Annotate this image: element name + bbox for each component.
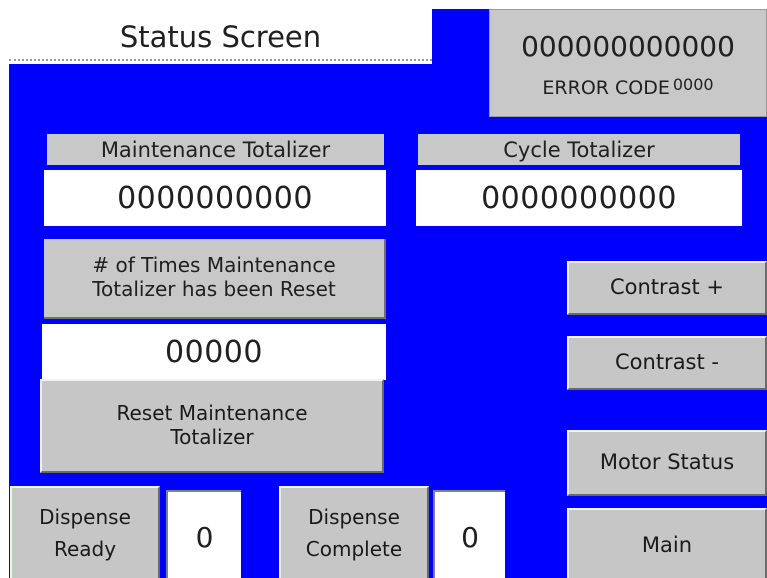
motor-status-button[interactable]: Motor Status xyxy=(567,430,767,496)
contrast-up-button[interactable]: Contrast + xyxy=(567,261,767,315)
reset-button-line1: Reset Maintenance xyxy=(116,401,308,426)
error-code-panel: 000000000000 ERROR CODE 0000 xyxy=(489,9,767,117)
dispense-ready-line2: Ready xyxy=(53,537,117,561)
error-code-value: 0000 xyxy=(672,74,714,94)
page-title-text: Status Screen xyxy=(119,19,322,54)
reset-button-line2: Totalizer xyxy=(170,425,254,449)
reset-count-label-line2: Totalizer has been Reset xyxy=(92,277,336,301)
error-counter-value: 000000000000 xyxy=(521,29,735,63)
contrast-down-button[interactable]: Contrast - xyxy=(567,336,767,390)
reset-count-label: # of Times Maintenance Totalizer has bee… xyxy=(44,239,386,319)
title-underline xyxy=(9,59,432,61)
dispense-ready-line1: Dispense xyxy=(39,505,131,530)
maintenance-totalizer-label: Maintenance Totalizer xyxy=(47,134,384,165)
reset-count-value: 00000 xyxy=(42,324,386,380)
cycle-totalizer-value: 0000000000 xyxy=(416,170,742,226)
reset-maintenance-totalizer-button[interactable]: Reset Maintenance Totalizer xyxy=(40,379,384,473)
dispense-complete-indicator: Dispense Complete xyxy=(279,486,429,578)
main-button[interactable]: Main xyxy=(567,508,767,578)
dispense-complete-line1: Dispense xyxy=(308,505,400,530)
error-code-label: ERROR CODE xyxy=(542,76,670,99)
maintenance-totalizer-value: 0000000000 xyxy=(44,170,386,226)
dispense-complete-count: 0 xyxy=(433,490,505,578)
page-title: Status Screen xyxy=(9,9,432,64)
dispense-ready-count: 0 xyxy=(166,490,241,578)
dispense-ready-indicator: Dispense Ready xyxy=(10,486,160,578)
dispense-complete-line2: Complete xyxy=(305,537,403,561)
error-code-row: ERROR CODE 0000 xyxy=(542,74,714,99)
reset-count-label-line1: # of Times Maintenance xyxy=(92,253,336,278)
cycle-totalizer-label: Cycle Totalizer xyxy=(418,134,740,165)
hmi-status-screen: Status Screen 000000000000 ERROR CODE 000… xyxy=(9,9,767,578)
